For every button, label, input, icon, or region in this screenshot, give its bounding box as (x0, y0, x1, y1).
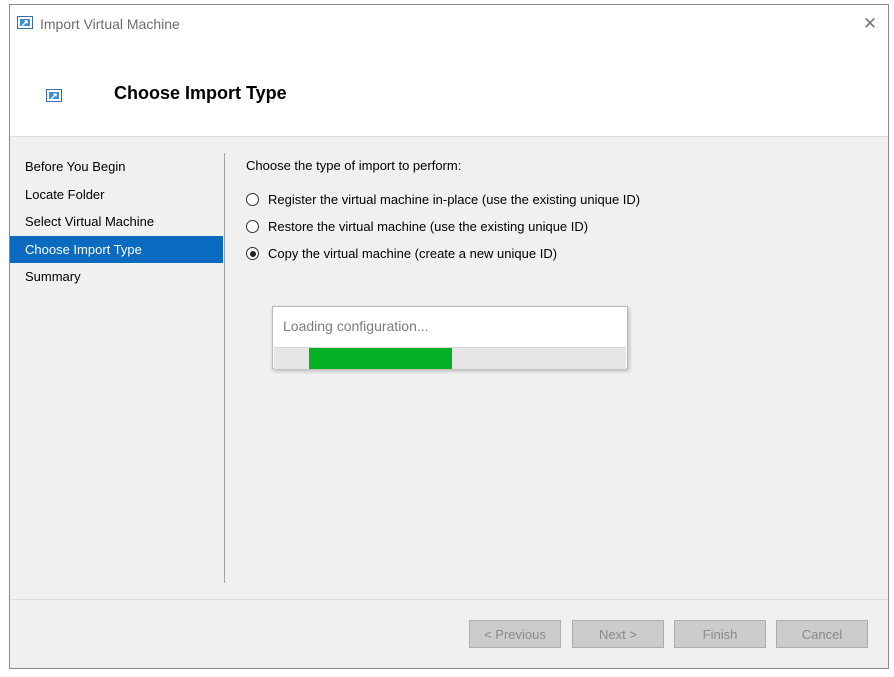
radio-copy[interactable] (246, 247, 259, 260)
progress-bar (274, 347, 626, 369)
close-icon[interactable]: ✕ (860, 14, 880, 34)
radio-restore[interactable] (246, 220, 259, 233)
import-vm-icon (17, 16, 33, 29)
option-copy[interactable]: Copy the virtual machine (create a new u… (246, 240, 878, 267)
nav-item-summary[interactable]: Summary (10, 263, 223, 290)
import-vm-dialog: Import Virtual Machine ✕ Choose Import T… (9, 4, 889, 669)
finish-button[interactable]: Finish (674, 620, 766, 648)
option-label: Restore the virtual machine (use the exi… (268, 219, 589, 234)
option-register-in-place[interactable]: Register the virtual machine in-place (u… (246, 186, 878, 213)
title-bar: Import Virtual Machine ✕ (10, 5, 888, 43)
progress-fill (309, 348, 452, 369)
radio-register[interactable] (246, 193, 259, 206)
footer-divider (10, 599, 888, 600)
cancel-button[interactable]: Cancel (776, 620, 868, 648)
loading-text: Loading configuration... (283, 318, 429, 334)
nav-item-select-virtual-machine[interactable]: Select Virtual Machine (10, 208, 223, 235)
content-pane: Choose the type of import to perform: Re… (246, 158, 878, 267)
page-header: Choose Import Type (10, 43, 888, 137)
option-label: Register the virtual machine in-place (u… (268, 192, 641, 207)
nav-item-before-you-begin[interactable]: Before You Begin (10, 153, 223, 180)
previous-button[interactable]: < Previous (469, 620, 561, 648)
option-label: Copy the virtual machine (create a new u… (268, 246, 558, 261)
loading-popup: Loading configuration... (272, 306, 628, 369)
window-title: Import Virtual Machine (40, 16, 180, 32)
nav-item-choose-import-type[interactable]: Choose Import Type (10, 235, 223, 263)
option-restore[interactable]: Restore the virtual machine (use the exi… (246, 213, 878, 240)
import-vm-icon (46, 89, 62, 102)
nav-divider (224, 153, 225, 583)
page-title: Choose Import Type (114, 83, 287, 103)
wizard-nav: Before You Begin Locate Folder Select Vi… (10, 153, 223, 291)
nav-item-locate-folder[interactable]: Locate Folder (10, 181, 223, 208)
instruction-text: Choose the type of import to perform: (246, 158, 462, 173)
next-button[interactable]: Next > (572, 620, 664, 648)
